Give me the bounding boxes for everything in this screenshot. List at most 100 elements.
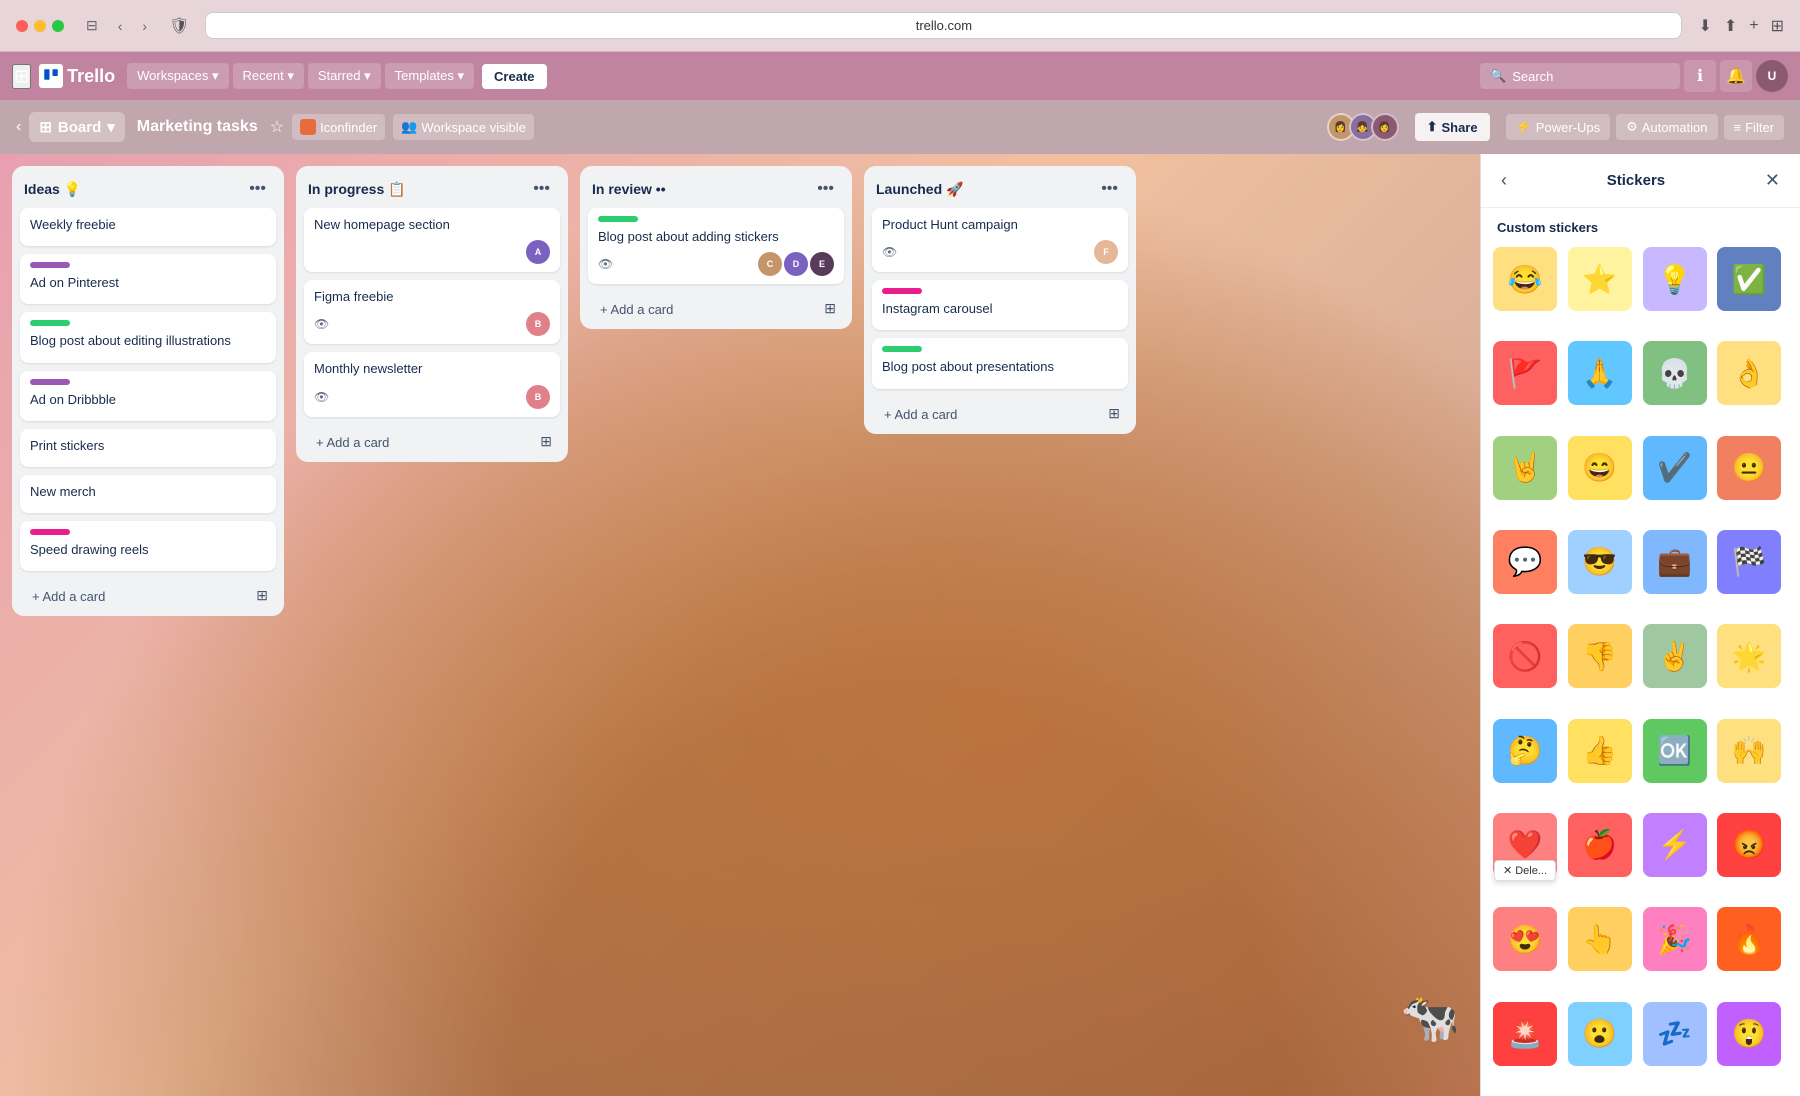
sticker-chill[interactable]: 😎 — [1568, 530, 1632, 594]
card-blog-editing[interactable]: Blog post about editing illustrations — [20, 312, 276, 362]
sticker-flagged[interactable]: 🚩 — [1493, 341, 1557, 405]
card-figma-freebie[interactable]: Figma freebie 👁 B — [304, 280, 560, 344]
mac-share-btn[interactable]: ⬆ — [1724, 16, 1737, 36]
url-bar[interactable]: trello.com — [205, 12, 1682, 39]
sticker-plus-one[interactable]: 👆 — [1568, 907, 1632, 971]
card-ad-pinterest[interactable]: Ad on Pinterest — [20, 254, 276, 304]
list-menu-launched[interactable]: ••• — [1095, 178, 1124, 200]
create-btn[interactable]: Create — [482, 64, 546, 89]
sticker-ok-hand[interactable]: 👌 — [1717, 341, 1781, 405]
workspace-badge[interactable]: Iconfinder — [292, 114, 385, 140]
card-label-pink — [882, 288, 922, 294]
user-avatar[interactable]: U — [1756, 60, 1788, 92]
add-card-btn-launched[interactable]: + Add a card — [876, 401, 1104, 428]
sticker-star2[interactable]: 🌟 — [1717, 624, 1781, 688]
list-menu-review[interactable]: ••• — [811, 178, 840, 200]
info-btn[interactable]: ℹ — [1684, 60, 1716, 92]
mac-new-tab-btn[interactable]: + — [1749, 16, 1758, 36]
mac-download-btn[interactable]: ⬇ — [1698, 16, 1711, 36]
list-menu-ideas[interactable]: ••• — [243, 178, 272, 200]
starred-btn[interactable]: Starred ▾ — [308, 63, 381, 89]
card-new-merch[interactable]: New merch — [20, 475, 276, 513]
add-card-template-btn-4[interactable]: ⊞ — [1104, 401, 1124, 426]
visibility-badge[interactable]: 👥 Workspace visible — [393, 114, 534, 140]
card-weekly-freebie[interactable]: Weekly freebie — [20, 208, 276, 246]
mac-maximize-dot[interactable] — [52, 20, 64, 32]
add-card-btn-review[interactable]: + Add a card — [592, 296, 820, 323]
power-ups-btn[interactable]: ⚡ Power-Ups — [1506, 114, 1610, 140]
mac-close-dot[interactable] — [16, 20, 28, 32]
mac-back-btn[interactable]: ‹ — [112, 16, 129, 36]
add-card-btn-ideas[interactable]: + Add a card — [24, 583, 252, 610]
sticker-awesome[interactable]: 🤘 — [1493, 436, 1557, 500]
sticker-thumbs-up[interactable]: 👍 — [1568, 719, 1632, 783]
card-blog-presentations[interactable]: Blog post about presentations — [872, 338, 1128, 388]
sticker-nope[interactable]: 👎 — [1568, 624, 1632, 688]
sticker-done[interactable]: ✔️ — [1643, 436, 1707, 500]
stickers-back-btn[interactable]: ‹ — [1497, 166, 1511, 195]
card-speed-drawing[interactable]: Speed drawing reels — [20, 521, 276, 571]
card-print-stickers[interactable]: Print stickers — [20, 429, 276, 467]
sticker-dead[interactable]: 💀 — [1643, 341, 1707, 405]
sticker-party[interactable]: 🎉 — [1643, 907, 1707, 971]
notifications-btn[interactable]: 🔔 — [1720, 60, 1752, 92]
templates-btn[interactable]: Templates ▾ — [385, 63, 474, 89]
apps-icon[interactable]: ⊞ — [12, 64, 31, 89]
add-card-template-btn[interactable]: ⊞ — [252, 583, 272, 608]
sticker-zzz[interactable]: 💤 — [1643, 1002, 1707, 1066]
workspaces-btn[interactable]: Workspaces ▾ — [127, 63, 228, 89]
sticker-peace[interactable]: ✌️ — [1643, 624, 1707, 688]
mac-forward-btn[interactable]: › — [136, 16, 153, 36]
card-monthly-newsletter[interactable]: Monthly newsletter 👁 B — [304, 352, 560, 416]
sticker-work-busy[interactable]: 💼 — [1643, 530, 1707, 594]
sticker-fresh[interactable]: 🍎 — [1568, 813, 1632, 877]
sticker-emoji: 😐 — [1732, 451, 1767, 484]
stickers-close-btn[interactable]: ✕ — [1761, 166, 1784, 195]
sticker-off[interactable]: ⚡ — [1643, 813, 1707, 877]
filter-btn[interactable]: ≡ Filter — [1724, 115, 1784, 140]
sticker-wow-heart[interactable]: 😍 — [1493, 907, 1557, 971]
sticker-finished[interactable]: ✅ — [1717, 247, 1781, 311]
sticker-good-idea[interactable]: 💡 — [1643, 247, 1707, 311]
sticker-meh[interactable]: 😐 — [1717, 436, 1781, 500]
sticker-omg[interactable]: 😲 — [1717, 1002, 1781, 1066]
share-btn[interactable]: ⬆ Share — [1415, 113, 1490, 141]
sticker-ok[interactable]: 🆗 — [1643, 719, 1707, 783]
mac-grid-btn[interactable]: ⊞ — [1771, 16, 1784, 36]
sticker-wow[interactable]: 😮 — [1568, 1002, 1632, 1066]
sticker-heart[interactable]: ❤️✕ Dele... — [1493, 813, 1557, 877]
sticker-thanks[interactable]: 🙏 — [1568, 341, 1632, 405]
sticker-hate-it[interactable]: 😡 — [1717, 813, 1781, 877]
sticker-star[interactable]: ⭐ — [1568, 247, 1632, 311]
automation-btn[interactable]: ⚙ Automation — [1616, 114, 1717, 140]
add-card-btn-progress[interactable]: + Add a card — [308, 429, 536, 456]
sticker-hot[interactable]: 🔥 — [1717, 907, 1781, 971]
recent-btn[interactable]: Recent ▾ — [233, 63, 304, 89]
mac-sidebar-btn[interactable]: ⊟ — [80, 15, 104, 36]
add-card-template-btn-3[interactable]: ⊞ — [820, 296, 840, 321]
sticker-kidding[interactable]: 😄 — [1568, 436, 1632, 500]
sticker-feedback[interactable]: 💬 — [1493, 530, 1557, 594]
sticker-no[interactable]: 🚫 — [1493, 624, 1557, 688]
sticker-high-alert[interactable]: 🚨 — [1493, 1002, 1557, 1066]
card-ad-dribbble[interactable]: Ad on Dribbble — [20, 371, 276, 421]
mac-minimize-dot[interactable] — [34, 20, 46, 32]
board-view-btn[interactable]: ⊞ Board ▾ — [29, 112, 124, 142]
sticker-yes[interactable]: 🙌 — [1717, 719, 1781, 783]
card-blog-stickers[interactable]: Blog post about adding stickers 👁 C D E — [588, 208, 844, 284]
card-new-homepage[interactable]: New homepage section A — [304, 208, 560, 272]
sticker-lol[interactable]: 😂 — [1493, 247, 1557, 311]
trello-logo[interactable]: Trello — [39, 64, 115, 88]
sticker-almost-done[interactable]: 🏁 — [1717, 530, 1781, 594]
search-bar[interactable]: 🔍 Search — [1480, 63, 1680, 89]
sticker-hmm[interactable]: 🤔 — [1493, 719, 1557, 783]
board-star-btn[interactable]: ☆ — [270, 117, 284, 137]
member-avatar-3[interactable]: 👩 — [1371, 113, 1399, 141]
card-product-hunt[interactable]: Product Hunt campaign 👁 F — [872, 208, 1128, 272]
sticker-emoji: 🍎 — [1582, 828, 1617, 861]
list-menu-progress[interactable]: ••• — [527, 178, 556, 200]
card-instagram-carousel[interactable]: Instagram carousel — [872, 280, 1128, 330]
card-label-green — [598, 216, 638, 222]
add-card-template-btn-2[interactable]: ⊞ — [536, 429, 556, 454]
board-back-btn[interactable]: ‹ — [16, 118, 21, 136]
